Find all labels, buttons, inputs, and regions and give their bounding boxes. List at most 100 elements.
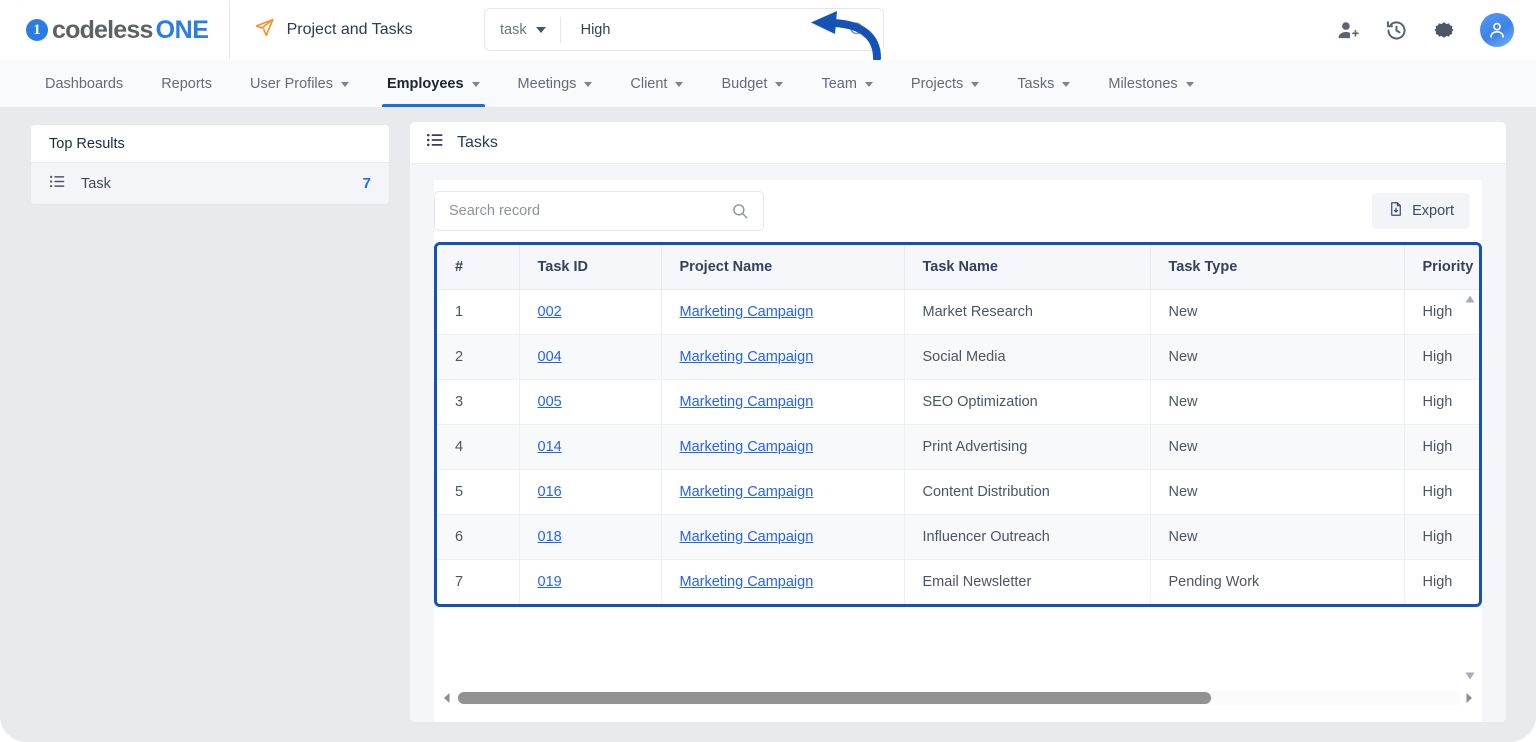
task-name-text: Influencer Outreach [922,528,1050,545]
chevron-down-icon [864,82,873,87]
search-record-input[interactable] [435,203,727,219]
nav-item-budget[interactable]: Budget [702,60,802,107]
nav-item-dashboards[interactable]: Dashboards [26,60,142,107]
task-type-text: New [1168,348,1198,365]
column-header[interactable]: Task Name [904,245,1151,290]
num-text: 3 [455,393,464,410]
column-header[interactable]: Project Name [661,245,905,290]
table-row[interactable]: 2 004 Marketing Campaign Social Media New Hig… [437,334,1479,380]
cell-project-name[interactable]: Marketing Campaign [661,559,905,604]
project-name-link[interactable]: Marketing Campaign [680,349,814,365]
table-row[interactable]: 1 002 Marketing Campaign Market Research New… [437,289,1479,335]
priority-text: High [1422,528,1453,545]
scrollbar-thumb[interactable] [458,692,1211,704]
triangle-left-icon[interactable] [442,692,452,704]
scrollbar-track[interactable] [456,691,1460,705]
table-row[interactable]: 5 016 Marketing Campaign Content Distributi… [437,469,1479,515]
project-name-link[interactable]: Marketing Campaign [680,439,814,455]
project-name-link[interactable]: Marketing Campaign [680,574,814,590]
horizontal-scrollbar[interactable] [442,690,1474,706]
cell-project-name[interactable]: Marketing Campaign [661,514,905,560]
task-id-link[interactable]: 014 [538,439,562,455]
cell-task-id[interactable]: 004 [519,334,662,380]
cell-task-type: New [1150,289,1405,335]
nav-item-label: Milestones [1108,75,1178,92]
column-header[interactable]: Task Type [1150,245,1405,290]
user-avatar[interactable] [1480,13,1514,47]
table-row[interactable]: 4 014 Marketing Campaign Print Advertising N… [437,424,1479,470]
task-id-link[interactable]: 016 [538,484,562,500]
nav-item-team[interactable]: Team [802,60,891,107]
nav-item-milestones[interactable]: Milestones [1089,60,1212,107]
project-name-link[interactable]: Marketing Campaign [680,529,814,545]
cell-task-id[interactable]: 002 [519,289,662,335]
nav-item-label: Meetings [517,75,577,92]
search-icon[interactable] [727,202,763,220]
column-header[interactable]: # [437,245,520,290]
task-name-text: Content Distribution [922,483,1050,500]
triangle-right-icon[interactable] [1464,692,1474,704]
global-search-input[interactable] [560,21,844,38]
nav-item-label: Projects [910,75,964,92]
triangle-down-icon[interactable] [1464,669,1476,681]
task-id-link[interactable]: 018 [538,529,562,545]
cell-project-name[interactable]: Marketing Campaign [661,334,905,380]
main-navigation: Dashboards Reports User Profiles Employees M… [0,60,1536,108]
search-scope-dropdown[interactable]: task [485,9,560,50]
project-name-link[interactable]: Marketing Campaign [680,304,814,320]
cell-task-id[interactable]: 018 [519,514,662,560]
nav-item-employees[interactable]: Employees [368,60,499,107]
brand-logo[interactable]: codelessONE [0,0,209,60]
cell-task-name: SEO Optimization [904,379,1151,425]
search-submit-button[interactable] [844,20,883,39]
nav-item-tasks[interactable]: Tasks [998,60,1089,107]
table-row[interactable]: 7 019 Marketing Campaign Email Newsletter Pe… [437,559,1479,604]
project-name-link[interactable]: Marketing Campaign [680,394,814,410]
cell-project-name[interactable]: Marketing Campaign [661,379,905,425]
export-button-label: Export [1412,203,1454,219]
column-header[interactable]: Task ID [519,245,662,290]
cell-project-name[interactable]: Marketing Campaign [661,469,905,515]
num-text: 6 [455,528,464,545]
nav-item-reports[interactable]: Reports [142,60,231,107]
nav-item-label: Reports [161,75,212,92]
cell-priority: High [1404,469,1479,515]
cell-project-name[interactable]: Marketing Campaign [661,424,905,470]
task-id-link[interactable]: 019 [538,574,562,590]
cell-task-id[interactable]: 019 [519,559,662,604]
project-name-link[interactable]: Marketing Campaign [680,484,814,500]
task-id-link[interactable]: 002 [538,304,562,320]
cell-priority: High [1404,514,1479,560]
sidebar-item-task[interactable]: Task 7 [31,163,389,204]
nav-item-meetings[interactable]: Meetings [499,60,612,107]
cell-task-id[interactable]: 014 [519,424,662,470]
nav-item-projects[interactable]: Projects [892,60,998,107]
search-scope-label: task [500,21,527,38]
column-header[interactable]: Priority [1404,245,1479,290]
cell-num: 7 [437,559,520,604]
cell-task-name: Content Distribution [904,469,1151,515]
table-row[interactable]: 6 018 Marketing Campaign Influencer Outreac… [437,514,1479,560]
table-header-row: # Task ID Project Name Task Name Task Type Pr… [437,245,1479,290]
cell-task-id[interactable]: 016 [519,469,662,515]
task-id-link[interactable]: 005 [538,394,562,410]
nav-item-user-profiles[interactable]: User Profiles [231,60,368,107]
gear-icon[interactable] [1433,19,1455,41]
add-user-icon[interactable] [1337,19,1360,42]
task-id-link[interactable]: 004 [538,349,562,365]
cell-num: 1 [437,289,520,335]
table-row[interactable]: 3 005 Marketing Campaign SEO Optimization Ne… [437,379,1479,425]
cell-task-name: Email Newsletter [904,559,1151,604]
triangle-up-icon[interactable] [1464,292,1476,304]
nav-item-label: Team [821,75,857,92]
cell-project-name[interactable]: Marketing Campaign [661,289,905,335]
chevron-down-icon [675,82,684,87]
nav-item-client[interactable]: Client [611,60,702,107]
list-icon [49,173,66,195]
header-icon-group [1337,0,1514,60]
export-button[interactable]: Export [1372,193,1470,229]
tasks-toolbar: Export [434,180,1482,242]
cell-task-id[interactable]: 005 [519,379,662,425]
cell-num: 6 [437,514,520,560]
history-icon[interactable] [1385,19,1408,42]
